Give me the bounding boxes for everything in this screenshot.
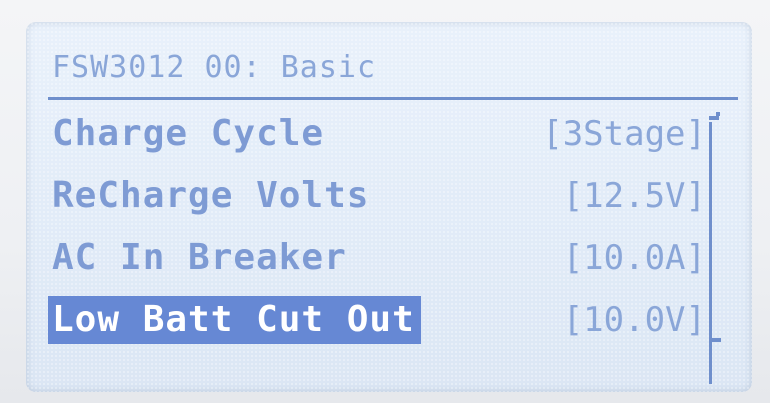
lcd-screen: FSW3012 00: Basic Charge Cycle [3Stage] … [26, 22, 752, 392]
menu-item-label: ReCharge Volts [52, 175, 370, 216]
screen-title: FSW3012 00: Basic [52, 50, 377, 85]
menu-item-value: [12.5V] [562, 176, 706, 216]
menu-item-ac-in-breaker[interactable]: AC In Breaker [10.0A] [26, 234, 752, 290]
menu-item-charge-cycle[interactable]: Charge Cycle [3Stage] [26, 110, 752, 166]
menu-item-low-batt-cut-out[interactable]: Low Batt Cut Out [10.0V] [26, 296, 752, 352]
scrollbar-thumb[interactable] [709, 338, 721, 342]
menu-item-value: [10.0V] [562, 300, 706, 340]
scrollbar-track[interactable] [709, 122, 712, 384]
scrollbar-arrow-icon [716, 112, 720, 116]
title-divider [48, 97, 738, 100]
menu-item-value: [10.0A] [562, 238, 706, 278]
menu-item-value: [3Stage] [542, 114, 706, 154]
menu-item-label: AC In Breaker [52, 237, 347, 278]
menu-item-recharge-volts[interactable]: ReCharge Volts [12.5V] [26, 172, 752, 228]
menu-item-label: Charge Cycle [52, 113, 325, 154]
scrollbar-top-cap [709, 116, 719, 120]
device-bezel: FSW3012 00: Basic Charge Cycle [3Stage] … [0, 0, 770, 403]
menu-item-label-selected: Low Batt Cut Out [48, 296, 421, 344]
